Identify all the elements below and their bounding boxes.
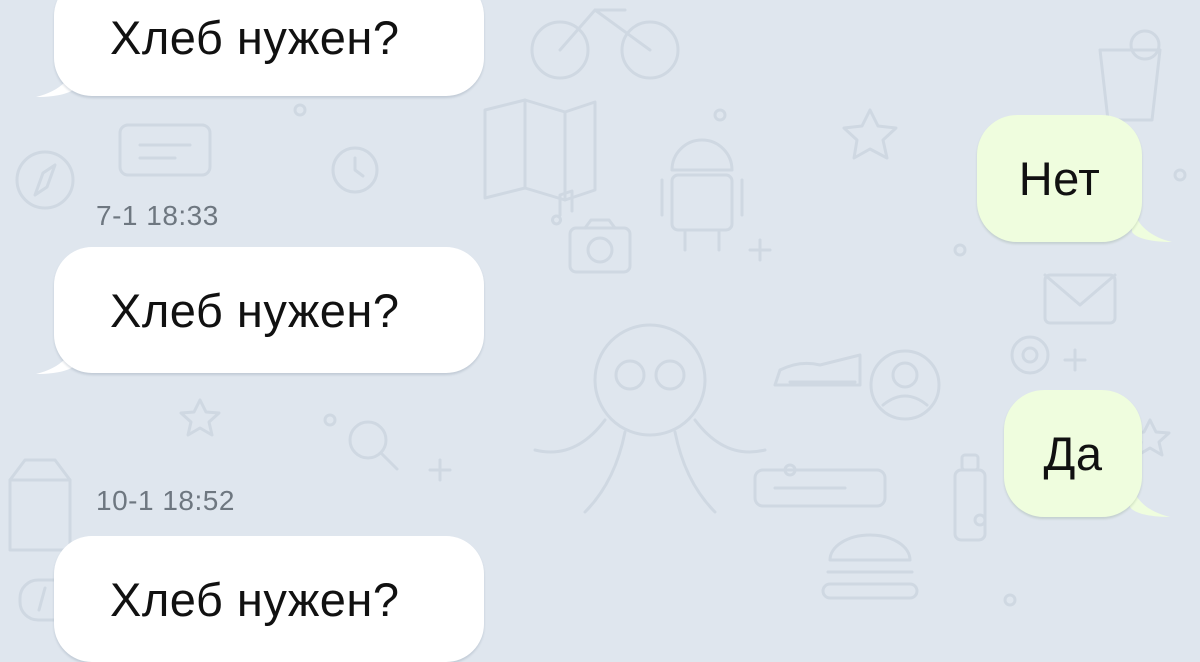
message-bubble-incoming[interactable]: Хлеб нужен? xyxy=(54,247,484,373)
message-bubble-outgoing[interactable]: Нет xyxy=(977,115,1142,242)
message-text: Хлеб нужен? xyxy=(110,283,400,337)
message-text: Хлеб нужен? xyxy=(110,10,400,64)
message-bubble-outgoing[interactable]: Да xyxy=(1004,390,1142,517)
message-text: Нет xyxy=(1018,152,1101,205)
message-bubble-incoming[interactable]: Хлеб нужен? xyxy=(54,0,484,96)
chat-history: Хлеб нужен? Нет 7-1 18:33 Хлеб нужен? Да… xyxy=(0,0,1200,662)
message-timestamp: 7-1 18:33 xyxy=(96,200,219,231)
message-bubble-incoming[interactable]: Хлеб нужен? xyxy=(54,536,484,662)
message-timestamp: 10-1 18:52 xyxy=(96,485,235,516)
message-text: Хлеб нужен? xyxy=(110,572,400,626)
message-text: Да xyxy=(1043,427,1103,480)
